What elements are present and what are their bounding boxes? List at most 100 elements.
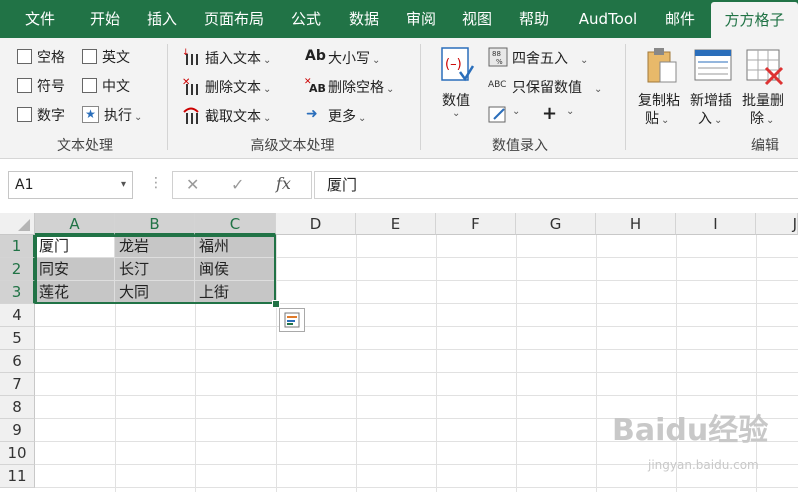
group-divider xyxy=(625,44,626,150)
cell-b1[interactable]: 龙岩 xyxy=(115,235,195,258)
tab-mail[interactable]: 邮件 xyxy=(652,0,708,38)
tab-fangfang-gezi[interactable]: 方方格子 xyxy=(711,2,798,38)
tab-page-layout[interactable]: 页面布局 xyxy=(194,0,274,38)
formula-bar-grip-icon: ⋮ xyxy=(149,175,163,191)
insert-text-button[interactable]: 插入文本 ⌄ xyxy=(205,48,271,68)
column-header-f[interactable]: F xyxy=(436,213,516,235)
row-header-2[interactable]: 2 xyxy=(0,258,35,281)
keep-value-button[interactable]: 只保留数值 ⌄ xyxy=(512,77,602,97)
copy-paste-button-line2[interactable]: 贴 ⌄ xyxy=(645,108,669,128)
name-box-dropdown-icon[interactable]: ▾ xyxy=(121,172,126,198)
new-insert-icon xyxy=(694,48,734,84)
case-button[interactable]: 大小写 ⌄ xyxy=(328,48,380,68)
column-header-d[interactable]: D xyxy=(276,213,356,235)
cancel-icon[interactable]: ✕ xyxy=(186,175,199,194)
group-divider xyxy=(167,44,168,150)
batch-delete-button-line2[interactable]: 除 ⌄ xyxy=(750,108,774,128)
column-header-e[interactable]: E xyxy=(356,213,436,235)
tab-home[interactable]: 开始 xyxy=(76,0,134,38)
column-header-c[interactable]: C xyxy=(195,213,276,235)
more-button[interactable]: 更多 ⌄ xyxy=(328,106,366,126)
checkbox-english[interactable] xyxy=(82,49,97,64)
name-box[interactable]: A1 ▾ xyxy=(8,171,133,199)
column-header-i[interactable]: I xyxy=(676,213,756,235)
checkbox-chinese-label: 中文 xyxy=(102,79,130,95)
svg-text:%: % xyxy=(496,58,503,66)
remove-space-button[interactable]: 删除空格 ⌄ xyxy=(328,77,394,97)
cell-a1[interactable]: 厦门 xyxy=(35,235,115,258)
delete-text-button[interactable]: 删除文本 ⌄ xyxy=(205,77,271,97)
column-header-j[interactable]: J xyxy=(756,213,798,235)
more-arrow-icon: ➜ xyxy=(306,106,318,122)
round-button[interactable]: 四舍五入 ⌄ xyxy=(512,48,588,68)
tab-data[interactable]: 数据 xyxy=(336,0,392,38)
checkbox-symbol-label: 符号 xyxy=(37,79,65,95)
plus-button[interactable]: + xyxy=(542,103,557,124)
svg-text:↓: ↓ xyxy=(182,48,190,58)
quick-analysis-icon xyxy=(284,312,300,328)
checkbox-chinese[interactable] xyxy=(82,78,97,93)
cell-a3[interactable]: 莲花 xyxy=(35,281,115,304)
row-header-11[interactable]: 11 xyxy=(0,465,35,488)
row-header-6[interactable]: 6 xyxy=(0,350,35,373)
cell-c2[interactable]: 闽侯 xyxy=(195,258,276,281)
cell-c1[interactable]: 福州 xyxy=(195,235,276,258)
row-header-4[interactable]: 4 xyxy=(0,304,35,327)
cell-b2[interactable]: 长汀 xyxy=(115,258,195,281)
cell-a2[interactable]: 同安 xyxy=(35,258,115,281)
tab-file[interactable]: 文件 xyxy=(10,0,70,38)
tab-formulas[interactable]: 公式 xyxy=(278,0,334,38)
row-header-7[interactable]: 7 xyxy=(0,373,35,396)
execute-button[interactable]: 执行 ⌄ xyxy=(104,105,142,125)
row-header-10[interactable]: 10 xyxy=(0,442,35,465)
cell-c3[interactable]: 上街 xyxy=(195,281,276,304)
quick-analysis-button[interactable] xyxy=(279,308,305,332)
checkbox-number-label: 数字 xyxy=(37,108,65,124)
row-header-5[interactable]: 5 xyxy=(0,327,35,350)
checkbox-number[interactable] xyxy=(17,107,32,122)
row-header-8[interactable]: 8 xyxy=(0,396,35,419)
checkbox-symbol[interactable] xyxy=(17,78,32,93)
sheet-edit-dropdown-icon[interactable]: ⌄ xyxy=(512,106,520,117)
watermark-logo: Baidu经验 xyxy=(612,413,769,448)
case-icon: Ab xyxy=(305,48,326,64)
row-header-3[interactable]: 3 xyxy=(0,281,35,304)
cell-b3[interactable]: 大同 xyxy=(115,281,195,304)
copy-paste-icon xyxy=(646,46,680,86)
formula-input[interactable]: 厦门 xyxy=(314,171,798,199)
select-all-corner[interactable] xyxy=(0,213,35,235)
row-header-1[interactable]: 1 xyxy=(0,235,35,258)
new-insert-button[interactable]: 新增插 xyxy=(690,90,732,110)
plus-dropdown-icon[interactable]: ⌄ xyxy=(566,106,574,117)
tab-review[interactable]: 审阅 xyxy=(393,0,449,38)
extract-text-button[interactable]: 截取文本 ⌄ xyxy=(205,106,271,126)
insert-function-icon[interactable]: fx xyxy=(276,174,291,193)
new-insert-button-line2[interactable]: 入 ⌄ xyxy=(698,108,722,128)
group-label-advanced-text: 高级文本处理 xyxy=(250,138,335,154)
checkbox-space[interactable] xyxy=(17,49,32,64)
confirm-icon[interactable]: ✓ xyxy=(231,175,244,194)
delete-text-icon: ✕ xyxy=(182,76,200,96)
fill-handle[interactable] xyxy=(272,300,280,308)
execute-star-icon: ★ xyxy=(82,106,99,123)
column-header-a[interactable]: A xyxy=(35,213,115,235)
svg-text:AB: AB xyxy=(309,82,326,94)
group-label-text-processing: 文本处理 xyxy=(57,138,113,154)
group-label-edit: 编辑 xyxy=(751,138,779,154)
batch-delete-button[interactable]: 批量删 xyxy=(742,90,784,110)
numeric-value-dropdown-icon[interactable]: ⌄ xyxy=(452,108,460,119)
watermark-url: jingyan.baidu.com xyxy=(648,458,759,472)
column-header-b[interactable]: B xyxy=(115,213,195,235)
column-header-g[interactable]: G xyxy=(516,213,596,235)
tab-help[interactable]: 帮助 xyxy=(506,0,562,38)
copy-paste-button[interactable]: 复制粘 xyxy=(638,90,680,110)
column-header-h[interactable]: H xyxy=(596,213,676,235)
tab-view[interactable]: 视图 xyxy=(449,0,505,38)
tab-audtool[interactable]: AudTool xyxy=(568,0,648,38)
tab-insert[interactable]: 插入 xyxy=(134,0,190,38)
batch-delete-icon xyxy=(746,48,786,86)
row-header-9[interactable]: 9 xyxy=(0,419,35,442)
svg-text:(–): (–) xyxy=(445,57,462,72)
numeric-value-button[interactable]: 数值 xyxy=(442,90,470,110)
remove-space-icon: ✕ AB xyxy=(304,76,326,95)
